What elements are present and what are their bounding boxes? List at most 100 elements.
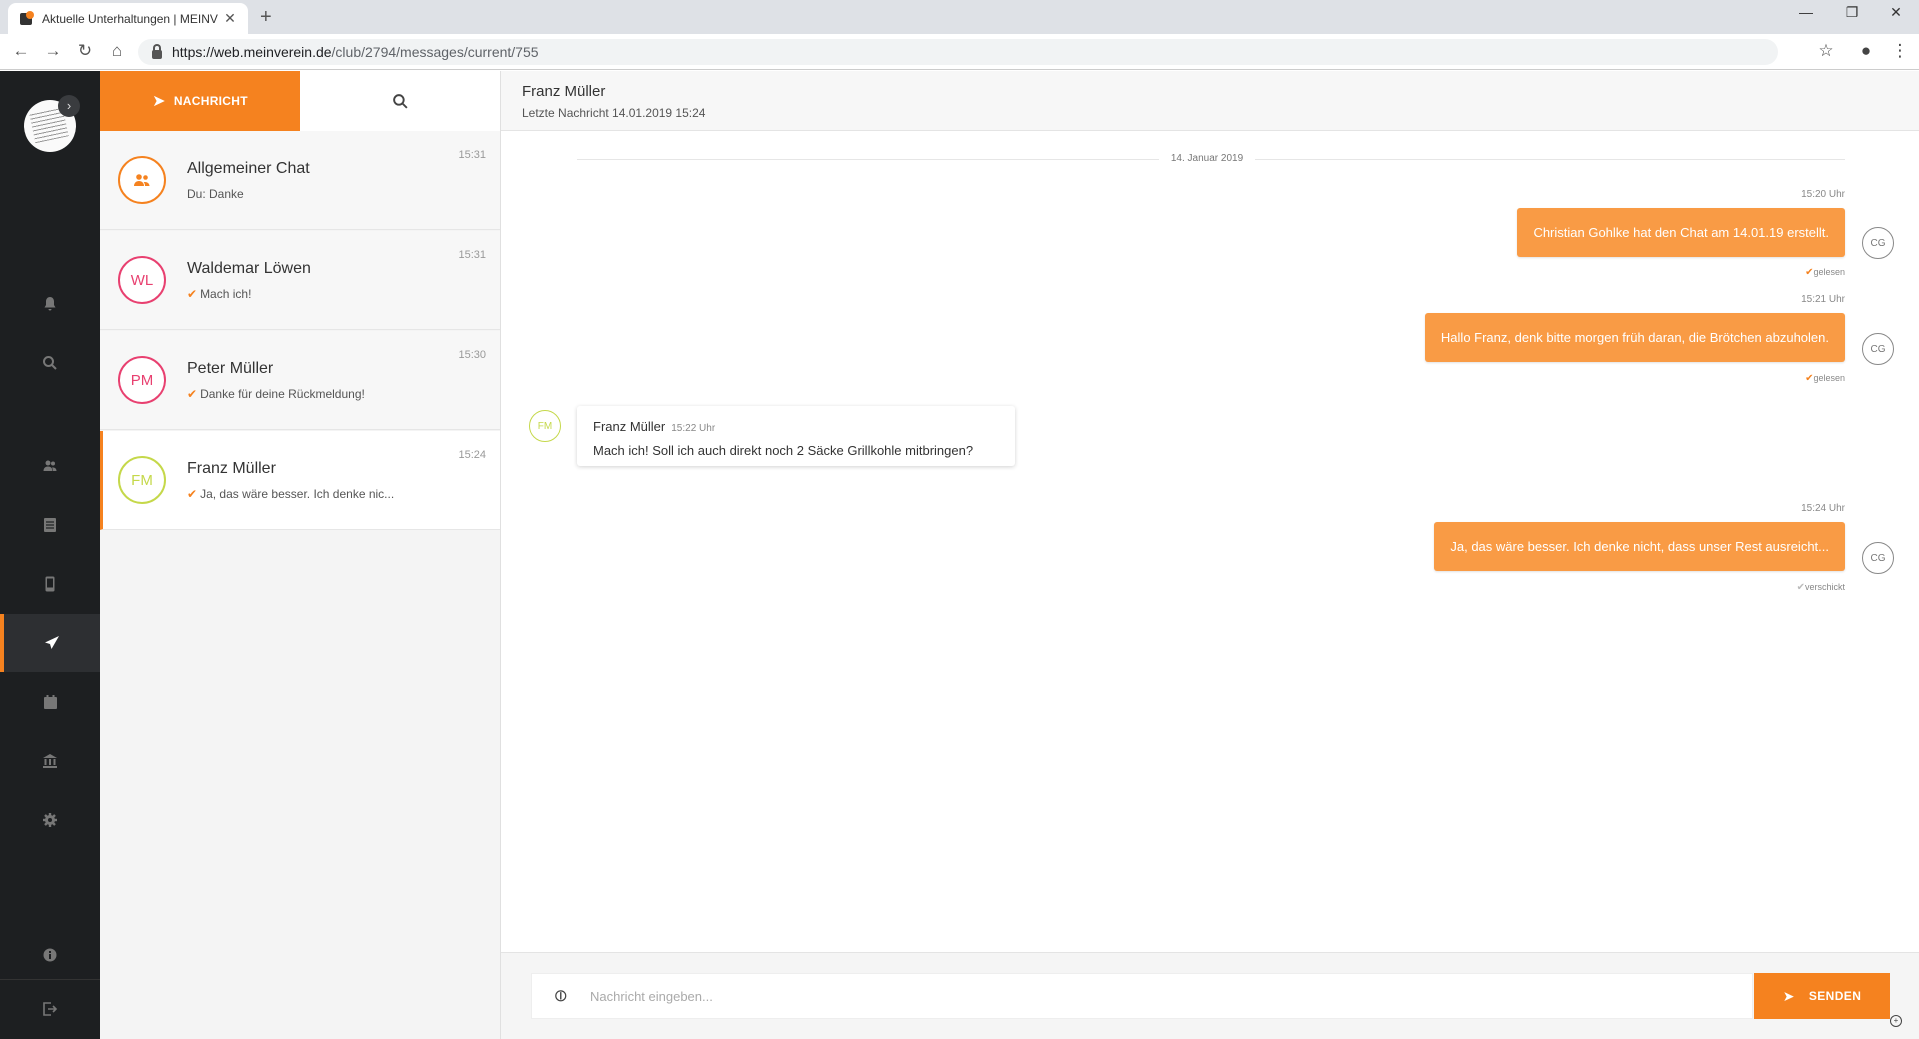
conversation-name: Allgemeiner Chat <box>187 160 310 177</box>
conversation-item[interactable]: PM Peter Müller ✔ Danke für deine Rückmel… <box>100 331 500 430</box>
message-text: Mach ich! Soll ich auch direkt noch 2 Sä… <box>593 443 974 458</box>
gear-icon <box>43 813 57 827</box>
url-path: /club/2794/messages/current/755 <box>331 44 539 60</box>
browser-toolbar: ← → ↻ ⌂ https://web.meinverein.de/club/2… <box>0 34 1919 70</box>
browser-tab[interactable]: Aktuelle Unterhaltungen | MEINV ✕ <box>8 3 248 34</box>
menu-dots-icon[interactable]: ⋮ <box>1888 41 1912 61</box>
conversation-preview: Mach ich! <box>200 287 252 301</box>
url-host: https://web.meinverein.de <box>172 44 332 60</box>
conversation-preview-row: ✔ Mach ich! <box>187 287 251 301</box>
sidebar-item-info[interactable] <box>0 926 100 984</box>
message-time: 15:21 Uhr <box>1801 294 1845 305</box>
new-message-button[interactable]: ➤ NACHRICHT <box>100 71 300 131</box>
minimize-icon[interactable]: — <box>1783 4 1829 20</box>
send-plus-icon: ➤ <box>152 93 166 110</box>
date-separator: 14. Januar 2019 <box>1061 153 1353 164</box>
app: › ➤ NACHRICHT Allgemeiner Chat Du: Danke… <box>0 71 1919 1039</box>
sidebar-item-members[interactable] <box>0 437 100 495</box>
new-tab-button[interactable]: + <box>260 6 272 29</box>
search-icon <box>43 356 57 370</box>
attachment-icon[interactable]: ⊘ <box>533 968 588 1023</box>
back-icon[interactable]: ← <box>9 41 33 61</box>
avatar: PM <box>118 356 166 404</box>
conversation-item-active[interactable]: FM Franz Müller ✔ Ja, das wäre besser. Ic… <box>100 431 500 530</box>
calendar-icon <box>43 695 57 709</box>
site-favicon-icon <box>18 10 34 27</box>
avatar: FM <box>529 410 561 442</box>
lock-icon <box>152 43 162 59</box>
conversation-name: Peter Müller <box>187 360 274 377</box>
bookmark-star-icon[interactable]: ☆ <box>1814 41 1838 61</box>
sidebar-item-settings[interactable] <box>0 791 100 849</box>
sidebar-item-calendar[interactable] <box>0 673 100 731</box>
message-time: 15:22 Uhr <box>671 423 716 434</box>
chat-pane: Franz Müller Letzte Nachricht 14.01.2019… <box>501 71 1919 1039</box>
list-icon <box>44 518 56 532</box>
avatar: CG <box>1862 542 1894 574</box>
home-icon[interactable]: ⌂ <box>105 41 129 61</box>
sidebar-item-logout[interactable] <box>0 980 100 1038</box>
reload-icon[interactable]: ↻ <box>73 41 97 61</box>
address-bar[interactable]: https://web.meinverein.de/club/2794/mess… <box>138 39 1778 65</box>
conversation-list: ➤ NACHRICHT Allgemeiner Chat Du: Danke 1… <box>100 71 501 1039</box>
avatar: CG <box>1862 227 1894 259</box>
avatar: WL <box>118 256 166 304</box>
message-time: 15:20 Uhr <box>1801 189 1845 200</box>
restore-icon[interactable]: ❐ <box>1829 4 1875 21</box>
conversation-time: 15:31 <box>458 149 486 161</box>
outgoing-message: Christian Gohlke hat den Chat am 14.01.1… <box>1517 208 1845 257</box>
main-sidebar: › <box>0 71 100 1039</box>
conversation-preview: Ja, das wäre besser. Ich denke nic... <box>200 487 395 501</box>
conversation-name: Waldemar Löwen <box>187 260 311 277</box>
sidebar-item-lists[interactable] <box>0 496 100 554</box>
sidebar-item-finance[interactable] <box>0 732 100 790</box>
message-input[interactable] <box>590 988 1752 1004</box>
check-icon: ✔ <box>187 387 198 401</box>
send-icon: ➤ <box>1782 987 1795 1004</box>
incoming-message: Franz Müller 15:22 Uhr Mach ich! Soll ich… <box>577 406 1015 466</box>
message-field: ⊘ <box>531 973 1753 1019</box>
group-avatar <box>118 156 166 204</box>
conversation-time: 15:24 <box>458 449 486 461</box>
close-window-icon[interactable]: ✕ <box>1873 4 1919 21</box>
sidebar-item-mobile[interactable] <box>0 555 100 613</box>
read-status: ✔gelesen <box>1805 373 1845 384</box>
conversation-preview-row: ✔ Ja, das wäre besser. Ich denke nic... <box>187 487 394 501</box>
sidebar-item-search[interactable] <box>0 334 100 392</box>
conversation-preview-row: ✔ Danke für deine Rückmeldung! <box>187 387 365 401</box>
message-sender-row: Franz Müller 15:22 Uhr <box>593 419 715 434</box>
outgoing-message: Ja, das wäre besser. Ich denke nicht, da… <box>1434 522 1845 571</box>
conversation-time: 15:30 <box>458 349 486 361</box>
profile-icon[interactable]: ● <box>1854 41 1878 61</box>
tab-close-icon[interactable]: ✕ <box>222 10 238 27</box>
forward-icon[interactable]: → <box>41 41 65 61</box>
conversation-time: 15:31 <box>458 249 486 261</box>
conversation-search-button[interactable] <box>300 71 500 131</box>
phone-icon <box>45 576 55 592</box>
globe-icon[interactable]: + <box>1890 1015 1902 1027</box>
send-label: SENDEN <box>1808 989 1862 1003</box>
conversation-name: Franz Müller <box>187 460 276 477</box>
tab-title: Aktuelle Unterhaltungen | MEINV <box>42 11 218 26</box>
chat-header: Franz Müller Letzte Nachricht 14.01.2019… <box>501 71 1919 131</box>
users-icon <box>43 460 57 471</box>
message-time: 15:24 Uhr <box>1801 503 1845 514</box>
group-icon <box>134 174 150 186</box>
sidebar-item-messages[interactable] <box>0 614 100 672</box>
sent-status: ✔verschickt <box>1796 582 1845 593</box>
chat-subtitle: Letzte Nachricht 14.01.2019 15:24 <box>522 106 706 120</box>
conversation-item[interactable]: Allgemeiner Chat Du: Danke 15:31 <box>100 131 500 230</box>
new-message-label: NACHRICHT <box>173 94 248 108</box>
bell-icon <box>44 297 56 311</box>
chat-title: Franz Müller <box>522 83 606 100</box>
outgoing-message: Hallo Franz, denk bitte morgen früh dara… <box>1424 313 1845 362</box>
sidebar-item-notifications[interactable] <box>0 275 100 333</box>
send-button[interactable]: ➤ SENDEN <box>1754 973 1890 1019</box>
sidebar-toggle-icon[interactable]: › <box>58 95 80 117</box>
message-sender: Franz Müller <box>593 419 666 434</box>
conversation-item[interactable]: WL Waldemar Löwen ✔ Mach ich! 15:31 <box>100 231 500 330</box>
avatar: CG <box>1862 333 1894 365</box>
check-icon: ✔ <box>187 487 198 501</box>
search-icon <box>392 93 408 109</box>
browser-tabbar: Aktuelle Unterhaltungen | MEINV ✕ + — ❐ … <box>0 0 1919 34</box>
